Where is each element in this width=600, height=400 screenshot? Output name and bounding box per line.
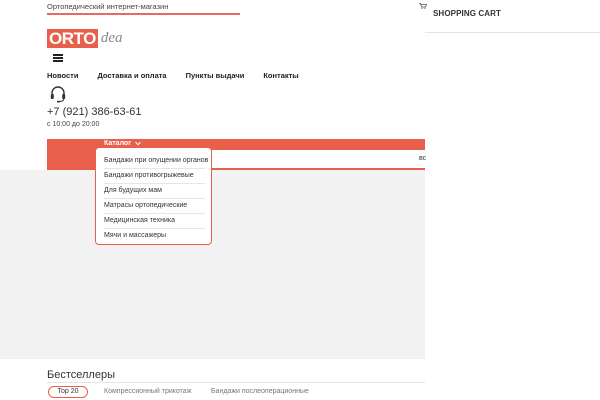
catalog-bar-underline bbox=[210, 168, 350, 170]
content-placeholder bbox=[0, 170, 425, 359]
shop-tagline: Ортопедический интернет-магазин bbox=[47, 2, 169, 11]
logo-script-text: dea bbox=[100, 30, 123, 46]
working-hours: с 10:00 до 20:00 bbox=[47, 121, 100, 128]
tab-top-20[interactable]: Top 20 bbox=[48, 386, 88, 398]
logo-box-text: ORTO bbox=[47, 29, 98, 48]
catalog-item-maternity[interactable]: Для будущих мам bbox=[104, 184, 205, 199]
catalog-item-organ-bandages[interactable]: Бандажи при опущении органов bbox=[104, 154, 208, 169]
nav-item-pickup-points[interactable]: Пункты выдачи bbox=[186, 71, 245, 80]
cart-divider bbox=[425, 32, 600, 33]
nav-item-delivery[interactable]: Доставка и оплата bbox=[97, 71, 166, 80]
menu-icon[interactable] bbox=[53, 54, 63, 62]
nav-item-contacts[interactable]: Контакты bbox=[263, 71, 298, 80]
catalog-dropdown: Бандажи при опущении органов Бандажи про… bbox=[95, 147, 212, 245]
catalog-label: Каталог bbox=[104, 140, 132, 147]
tab-compression-knitwear[interactable]: Компрессионный трикотаж bbox=[104, 388, 191, 395]
main-navigation: Новости Доставка и оплата Пункты выдачи … bbox=[47, 71, 318, 80]
catalog-item-balls-massagers[interactable]: Мячи и массажеры bbox=[104, 229, 205, 244]
catalog-bar-gap bbox=[210, 150, 425, 168]
nav-item-news[interactable]: Новости bbox=[47, 71, 78, 80]
catalog-item-mattresses[interactable]: Матрасы ортопедические bbox=[104, 199, 205, 214]
shopping-cart-title[interactable]: SHOPPING CART bbox=[433, 9, 501, 18]
phone-number[interactable]: +7 (921) 386-63-61 bbox=[47, 106, 141, 118]
site-logo[interactable]: ORTO dea bbox=[47, 29, 122, 48]
tagline-underline bbox=[47, 13, 240, 15]
headset-icon bbox=[50, 86, 66, 103]
cart-icon[interactable] bbox=[419, 3, 427, 9]
catalog-item-medical-equipment[interactable]: Медицинская техника bbox=[104, 214, 205, 229]
bestsellers-divider bbox=[47, 382, 425, 383]
tab-postoperative-bandages[interactable]: Бандажи послеоперационные bbox=[211, 388, 309, 395]
catalog-bar-right-text: вс bbox=[419, 155, 427, 162]
chevron-down-icon bbox=[135, 141, 141, 146]
catalog-button[interactable]: Каталог bbox=[104, 140, 141, 147]
bestsellers-title: Бестселлеры bbox=[47, 369, 115, 381]
catalog-item-hernia-bandages[interactable]: Бандажи противогрыжевые bbox=[104, 169, 205, 184]
